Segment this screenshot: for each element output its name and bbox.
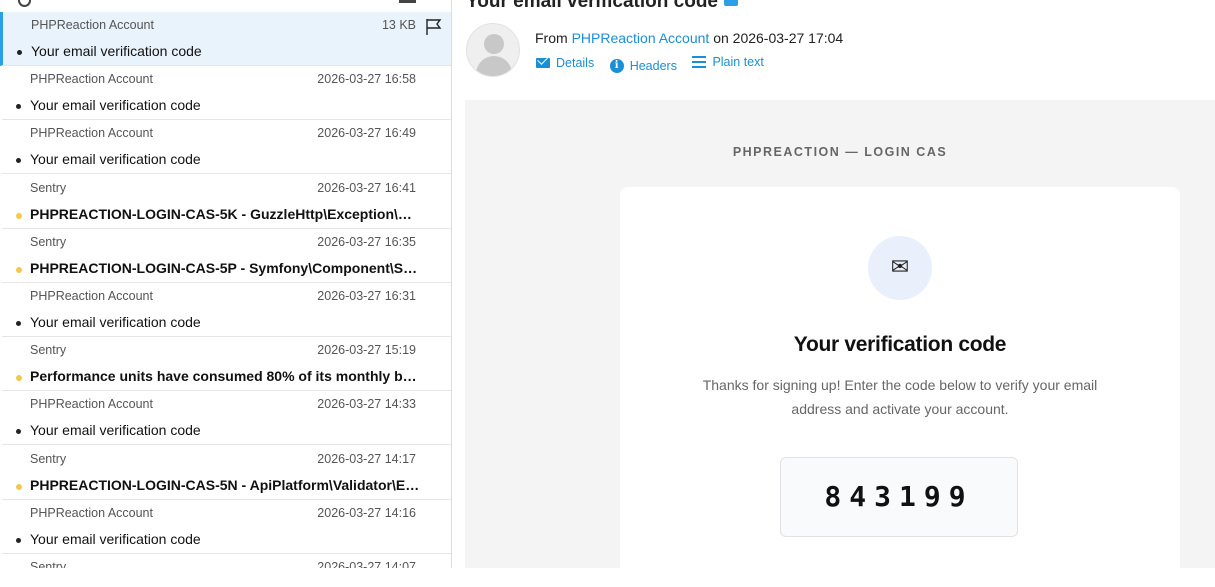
message-date: 2026-03-27 16:35 xyxy=(317,235,416,249)
message-sender: PHPReaction Account xyxy=(30,126,153,140)
message-list-item[interactable]: Sentry 2026-03-27 15:19 Performance units … xyxy=(2,337,451,391)
message-date: 2026-03-27 14:16 xyxy=(317,506,416,520)
plain-text-icon xyxy=(692,56,707,68)
message-date: 2026-03-27 16:49 xyxy=(317,126,416,140)
email-brand: PHPREACTION — LOGIN CAS xyxy=(732,145,948,159)
flag-icon[interactable] xyxy=(425,18,443,36)
message-sender: PHPReaction Account xyxy=(31,18,154,32)
details-button[interactable]: Details xyxy=(536,56,594,70)
sender-avatar xyxy=(466,23,520,77)
subject-text: Your email verification code xyxy=(466,0,719,12)
open-external-icon[interactable] xyxy=(724,0,739,6)
message-sender: Sentry xyxy=(30,560,67,568)
message-subject: Your email verification code xyxy=(466,0,739,13)
message-date: 2026-03-27 16:41 xyxy=(317,181,416,195)
message-subject: Your email verification code xyxy=(31,43,202,59)
message-sender: Sentry xyxy=(30,343,67,357)
message-list-item[interactable]: PHPReaction Account 2026-03-27 14:33 Your … xyxy=(2,391,451,445)
email-card: ✉ Your verification code Thanks for sign… xyxy=(620,187,1180,587)
message-list-item[interactable]: PHPReaction Account 2026-03-27 16:58 Your … xyxy=(2,66,451,120)
message-subject: Your email verification code xyxy=(30,531,201,547)
unread-dot-icon xyxy=(16,375,22,381)
unread-dot-icon xyxy=(16,484,22,490)
unread-dot-icon xyxy=(16,267,22,273)
unread-dot-icon xyxy=(16,158,21,163)
message-subject: Your email verification code xyxy=(30,151,201,167)
unread-dot-icon xyxy=(16,213,22,219)
info-icon: i xyxy=(609,59,624,73)
message-sender: Sentry xyxy=(30,181,67,195)
header-actions: Details i Headers Plain text xyxy=(536,55,776,73)
headers-button[interactable]: i Headers xyxy=(609,59,677,73)
message-list: PHPReaction Account 13 KB Your email verif… xyxy=(0,0,452,568)
message-list-item[interactable]: PHPReaction Account 2026-03-27 14:16 Your … xyxy=(2,500,451,554)
from-line: From PHPReaction Account on 2026-03-27 1… xyxy=(535,30,843,46)
plain-text-button[interactable]: Plain text xyxy=(692,55,764,69)
message-date: on 2026-03-27 17:04 xyxy=(713,30,844,46)
message-list-item[interactable]: Sentry 2026-03-27 16:41 PHPREACTION-LOGIN-… xyxy=(2,175,451,229)
message-sender: PHPReaction Account xyxy=(30,506,153,520)
message-sender: PHPReaction Account xyxy=(30,289,153,303)
message-sender: Sentry xyxy=(30,452,67,466)
card-title: Your verification code xyxy=(793,333,1007,356)
verification-code: 843199 xyxy=(780,457,1018,537)
list-toolbar-fragment xyxy=(0,0,451,12)
message-date: 2026-03-27 16:31 xyxy=(317,289,416,303)
reading-pane: Your email verification code From PHPRea… xyxy=(452,0,1215,587)
message-subject: Your email verification code xyxy=(30,97,201,113)
headers-label: Headers xyxy=(629,59,677,73)
message-date: 2026-03-27 14:07 xyxy=(317,560,416,568)
message-list-item[interactable]: PHPReaction Account 13 KB Your email verif… xyxy=(0,12,451,66)
envelope-icon xyxy=(536,58,550,68)
details-label: Details xyxy=(556,56,595,70)
unread-dot-icon xyxy=(16,429,21,434)
plain-text-label: Plain text xyxy=(712,55,764,69)
message-subject: PHPREACTION-LOGIN-CAS-5N - ApiPlatform\V… xyxy=(30,477,422,493)
unread-dot-icon xyxy=(17,50,22,55)
message-subject: Your email verification code xyxy=(30,422,201,438)
message-list-item[interactable]: Sentry 2026-03-27 14:07 xyxy=(2,554,451,568)
search-icon[interactable] xyxy=(18,0,31,7)
message-list-item[interactable]: PHPReaction Account 2026-03-27 16:49 Your … xyxy=(2,120,451,174)
unread-dot-icon xyxy=(16,104,21,109)
message-sender: PHPReaction Account xyxy=(30,72,153,86)
message-sender: Sentry xyxy=(30,235,67,249)
menu-icon[interactable] xyxy=(399,0,416,3)
message-subject: Performance units have consumed 80% of i… xyxy=(30,368,422,384)
message-size: 13 KB xyxy=(381,18,416,32)
unread-dot-icon xyxy=(16,321,21,326)
message-list-item[interactable]: Sentry 2026-03-27 16:35 PHPREACTION-LOGIN-… xyxy=(2,229,451,283)
unread-dot-icon xyxy=(16,538,21,543)
sender-link[interactable]: PHPReaction Account xyxy=(572,30,710,46)
message-date: 2026-03-27 14:33 xyxy=(317,397,416,411)
envelope-icon: ✉ xyxy=(868,236,932,300)
message-list-item[interactable]: PHPReaction Account 2026-03-27 16:31 Your … xyxy=(2,283,451,337)
message-date: 2026-03-27 14:17 xyxy=(317,452,416,466)
email-body: PHPREACTION — LOGIN CAS ✉ Your verificat… xyxy=(465,100,1215,587)
card-text: Thanks for signing up! Enter the code be… xyxy=(702,377,1098,417)
message-sender: PHPReaction Account xyxy=(30,397,153,411)
message-date: 2026-03-27 15:19 xyxy=(317,343,416,357)
message-subject: PHPREACTION-LOGIN-CAS-5P - Symfony\Compo… xyxy=(30,260,422,276)
message-date: 2026-03-27 16:58 xyxy=(317,72,416,86)
message-subject: PHPREACTION-LOGIN-CAS-5K - GuzzleHttp\Ex… xyxy=(30,206,422,222)
message-list-item[interactable]: Sentry 2026-03-27 14:17 PHPREACTION-LOGIN-… xyxy=(2,446,451,500)
message-subject: Your email verification code xyxy=(30,314,201,330)
from-label: From xyxy=(535,30,568,46)
